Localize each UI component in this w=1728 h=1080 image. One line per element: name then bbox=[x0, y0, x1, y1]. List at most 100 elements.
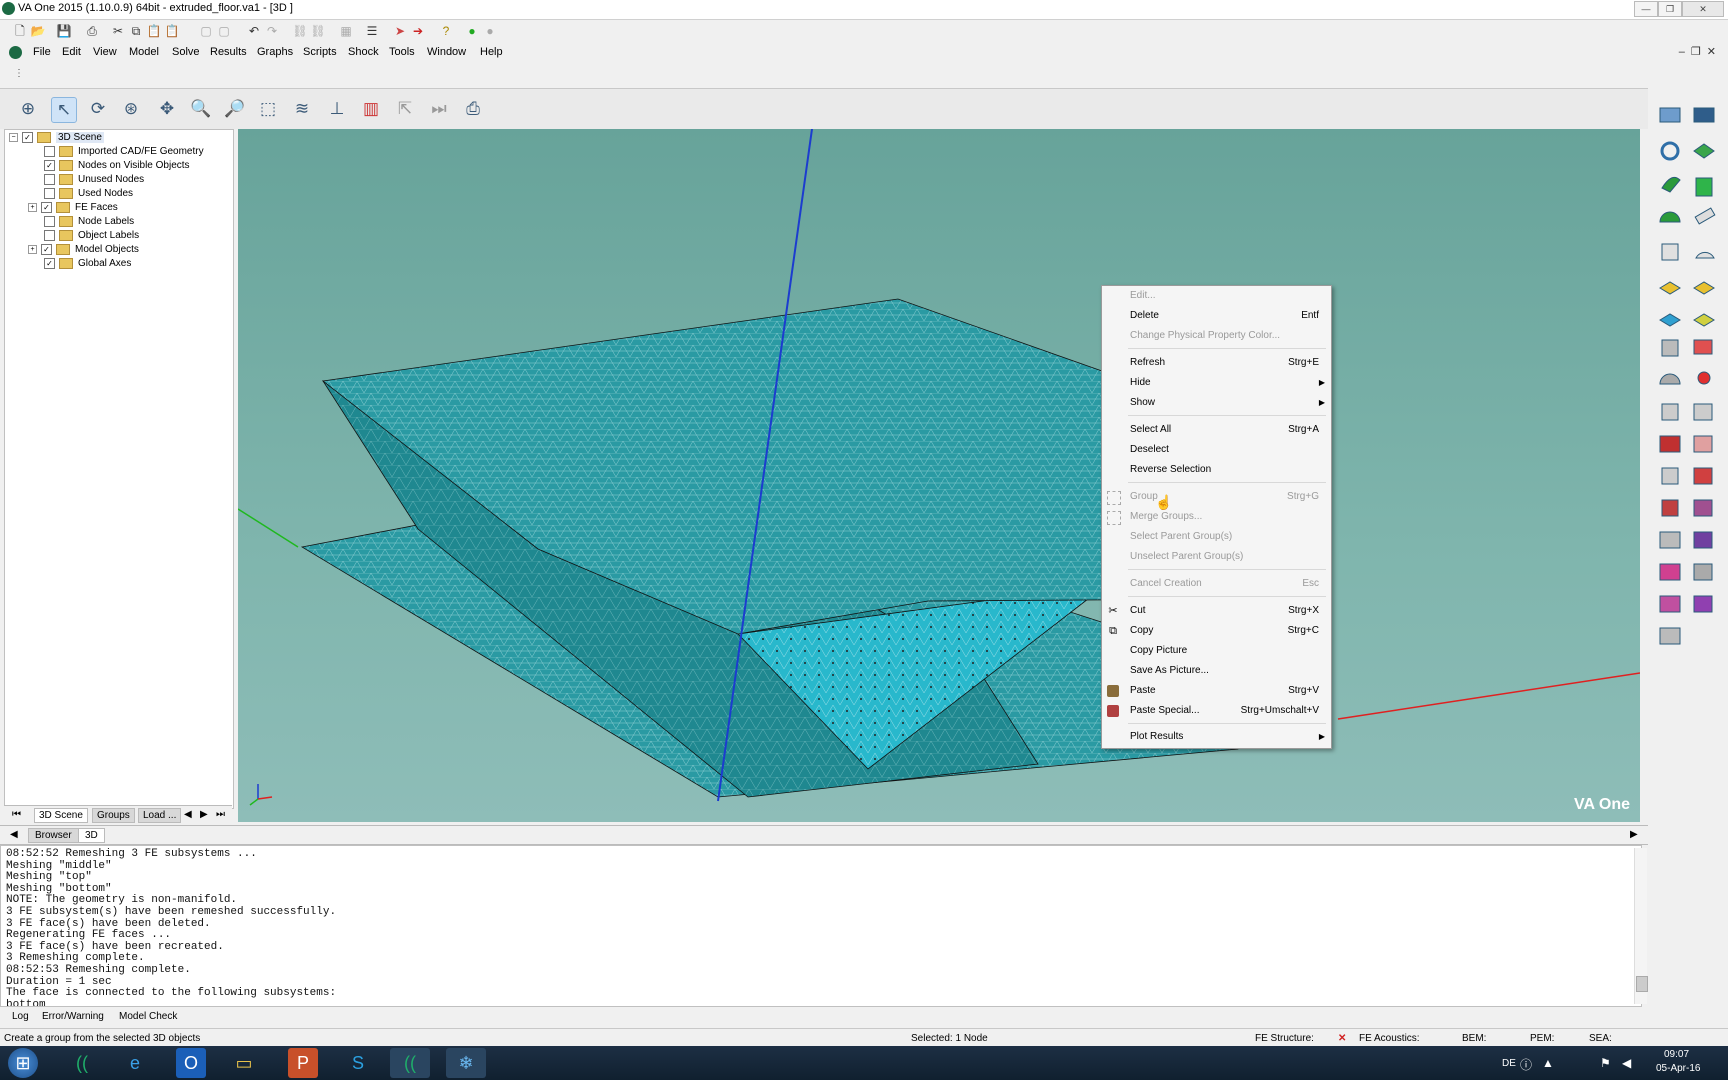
print-view-icon[interactable]: ⎙ bbox=[461, 97, 485, 121]
menu-model[interactable]: Model bbox=[129, 46, 159, 58]
menu-item-reverse-selection[interactable]: Reverse Selection bbox=[1102, 461, 1331, 479]
object-creation-icons[interactable] bbox=[1650, 88, 1728, 688]
menu-item-change-color[interactable]: Change Physical Property Color... bbox=[1102, 327, 1331, 345]
menu-item-paste-special[interactable]: Paste Special... Strg+Umschalt+V bbox=[1102, 702, 1331, 720]
next-tab-icon[interactable]: ▶ bbox=[196, 808, 212, 821]
go-icon[interactable]: ● bbox=[464, 23, 480, 39]
powerpoint-icon[interactable]: P bbox=[288, 1048, 318, 1078]
menu-item-select-all[interactable]: Select All Strg+A bbox=[1102, 421, 1331, 439]
menu-item-copy-picture[interactable]: Copy Picture bbox=[1102, 642, 1331, 660]
menu-item-select-parent-groups[interactable]: Select Parent Group(s) bbox=[1102, 528, 1331, 546]
play-icon[interactable]: ⏭ bbox=[427, 97, 451, 121]
checkbox-checked[interactable]: ✓ bbox=[44, 159, 55, 171]
menu-item-edit[interactable]: Edit... bbox=[1102, 287, 1331, 305]
close-button[interactable]: ✕ bbox=[1682, 1, 1724, 17]
scrollbar-thumb[interactable] bbox=[1636, 976, 1648, 992]
fit-view-icon[interactable]: ⇱ bbox=[393, 97, 417, 121]
menu-item-hide[interactable]: Hide ▶ bbox=[1102, 374, 1331, 392]
clock-date[interactable]: 05-Apr-16 bbox=[1656, 1063, 1700, 1074]
paste-icon[interactable]: 📋 bbox=[146, 23, 162, 39]
print-icon[interactable]: ⎙ bbox=[84, 23, 100, 39]
tree-item-global-axes[interactable]: ✓ Global Axes bbox=[44, 257, 131, 271]
checkbox-checked[interactable]: ✓ bbox=[44, 257, 55, 269]
new-file-icon[interactable]: 🗋 bbox=[12, 23, 28, 39]
network-tray-icon[interactable]: ▲ bbox=[1542, 1056, 1554, 1070]
scroll-left-icon[interactable]: ◀ bbox=[4, 828, 24, 841]
menu-tools[interactable]: Tools bbox=[389, 46, 415, 58]
maximize-button[interactable]: ❐ bbox=[1658, 1, 1682, 17]
menu-item-refresh[interactable]: Refresh Strg+E bbox=[1102, 354, 1331, 372]
collapse-icon[interactable]: − bbox=[9, 132, 18, 142]
checkbox-checked[interactable]: ✓ bbox=[41, 243, 52, 255]
tree-item-used-nodes[interactable]: Used Nodes bbox=[44, 187, 133, 201]
snowflake-app-icon[interactable]: ❄ bbox=[446, 1048, 486, 1078]
checkbox[interactable] bbox=[44, 187, 55, 199]
solve-icon[interactable]: ➤ bbox=[392, 23, 408, 39]
menu-item-cancel-creation[interactable]: Cancel Creation Esc bbox=[1102, 575, 1331, 593]
tree-item-unused-nodes[interactable]: Unused Nodes bbox=[44, 173, 144, 187]
checkbox[interactable] bbox=[44, 229, 55, 241]
menu-item-paste[interactable]: Paste Strg+V bbox=[1102, 682, 1331, 700]
tree-item-nodes-visible[interactable]: ✓ Nodes on Visible Objects bbox=[44, 159, 190, 173]
menu-scripts[interactable]: Scripts bbox=[303, 46, 337, 58]
vaone-taskbar-icon[interactable]: (( bbox=[62, 1048, 102, 1078]
flag-tray-icon[interactable]: ⚑ bbox=[1600, 1056, 1611, 1070]
prev-tab-icon[interactable]: ◀ bbox=[180, 808, 196, 821]
zoom-out-icon[interactable]: 🔎 bbox=[223, 97, 247, 121]
last-tab-icon[interactable]: ⏭ bbox=[212, 808, 229, 821]
zoom-in-icon[interactable]: 🔍 bbox=[189, 97, 213, 121]
run-icon[interactable]: ➔ bbox=[410, 23, 426, 39]
cut-icon[interactable]: ✂ bbox=[110, 23, 126, 39]
menu-item-merge-groups[interactable]: Merge Groups... bbox=[1102, 508, 1331, 526]
redo-icon[interactable]: ↷ bbox=[264, 23, 280, 39]
scroll-right-icon[interactable]: ▶ bbox=[1624, 828, 1644, 841]
rotate-center-icon[interactable]: ⊛ bbox=[119, 97, 143, 121]
checkbox-checked[interactable]: ✓ bbox=[41, 201, 52, 213]
grid-plane-icon[interactable]: ⬚ bbox=[256, 97, 280, 121]
expand-icon[interactable]: + bbox=[28, 244, 37, 254]
tree-item-fe-faces[interactable]: + ✓ FE Faces bbox=[28, 201, 118, 215]
language-indicator[interactable]: DE bbox=[1502, 1058, 1516, 1069]
menu-item-unselect-parent-groups[interactable]: Unselect Parent Group(s) bbox=[1102, 548, 1331, 566]
stop-icon[interactable]: ● bbox=[482, 23, 498, 39]
tab-model-check[interactable]: Model Check bbox=[115, 1010, 181, 1023]
menu-item-copy[interactable]: ⧉ Copy Strg+C bbox=[1102, 622, 1331, 640]
menu-item-group[interactable]: Group Strg+G bbox=[1102, 488, 1331, 506]
unlink-icon[interactable]: ⛓ bbox=[310, 23, 326, 39]
tree-item-node-labels[interactable]: Node Labels bbox=[44, 215, 134, 229]
skype-icon[interactable]: S bbox=[338, 1048, 378, 1078]
tree-item-object-labels[interactable]: Object Labels bbox=[44, 229, 139, 243]
menu-edit[interactable]: Edit bbox=[62, 46, 81, 58]
tab-error-warning[interactable]: Error/Warning bbox=[38, 1010, 108, 1023]
help-tray-icon[interactable]: ⓘ bbox=[1520, 1056, 1532, 1073]
help-icon[interactable]: ? bbox=[438, 23, 454, 39]
expand-icon[interactable]: + bbox=[28, 202, 37, 212]
start-button-icon[interactable]: ⊞ bbox=[8, 1048, 38, 1078]
link-icon[interactable]: ⛓ bbox=[292, 23, 308, 39]
open-folder-icon[interactable]: 📂 bbox=[30, 23, 46, 39]
select-pointer-icon[interactable]: ↖ bbox=[51, 97, 77, 123]
internet-explorer-icon[interactable]: e bbox=[115, 1048, 155, 1078]
volume-tray-icon[interactable]: ◀ bbox=[1622, 1056, 1631, 1070]
checkbox[interactable] bbox=[44, 145, 55, 157]
menu-item-show[interactable]: Show ▶ bbox=[1102, 394, 1331, 412]
toolbar-grip-icon[interactable]: ⋮ bbox=[14, 68, 26, 82]
menu-window[interactable]: Window bbox=[427, 46, 466, 58]
menu-item-deselect[interactable]: Deselect bbox=[1102, 441, 1331, 459]
undo-icon[interactable]: ↶ bbox=[246, 23, 262, 39]
plane-stack-icon[interactable]: ≋ bbox=[290, 97, 314, 121]
save-icon[interactable]: 💾 bbox=[56, 23, 72, 39]
menu-help[interactable]: Help bbox=[480, 46, 503, 58]
table-icon[interactable]: ▦ bbox=[338, 23, 354, 39]
color-map-icon[interactable]: ▥ bbox=[359, 97, 383, 121]
clock-time[interactable]: 09:07 bbox=[1664, 1049, 1689, 1060]
file-explorer-icon[interactable]: ▭ bbox=[224, 1048, 264, 1078]
menu-item-delete[interactable]: Delete Entf bbox=[1102, 307, 1331, 325]
document-window-controls[interactable]: –❐✕ bbox=[1679, 45, 1722, 58]
tab-groups[interactable]: Groups bbox=[92, 808, 135, 823]
menu-shock[interactable]: Shock bbox=[348, 46, 379, 58]
first-tab-icon[interactable]: ⏮ bbox=[8, 808, 25, 821]
menu-view[interactable]: View bbox=[93, 46, 117, 58]
menu-solve[interactable]: Solve bbox=[172, 46, 200, 58]
group-icon[interactable]: ▢ bbox=[198, 23, 214, 39]
